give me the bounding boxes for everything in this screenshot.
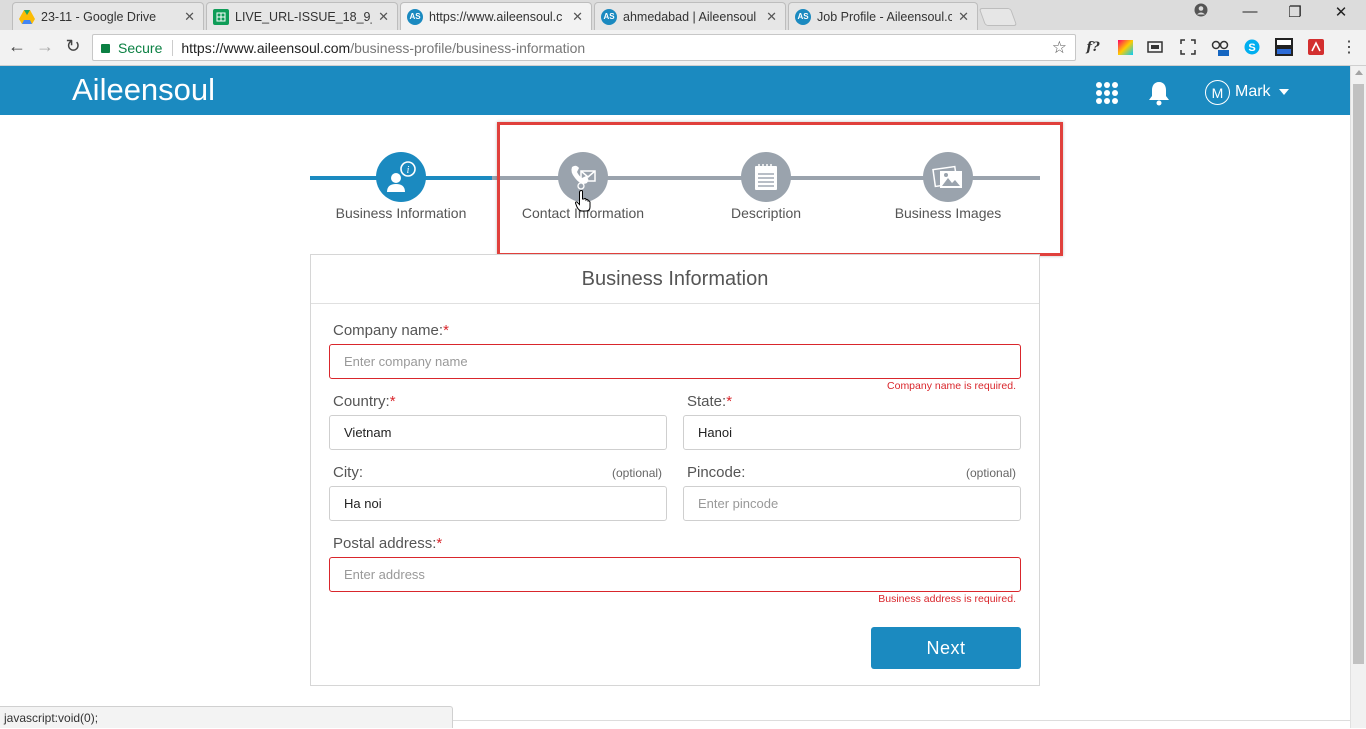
state-select[interactable]: Hanoi [683,415,1021,450]
user-avatar[interactable]: M [1205,80,1230,105]
google-drive-icon [19,9,35,25]
pincode-input[interactable]: Enter pincode [683,486,1021,521]
user-menu-caret-icon[interactable] [1279,89,1289,95]
apps-grid-icon[interactable] [1096,82,1118,104]
browser-tab[interactable]: AS Job Profile - Aileensoul.c ✕ [788,2,978,30]
profile-icon[interactable] [1189,3,1213,21]
country-select[interactable]: Vietnam [329,415,667,450]
postal-address-error: Business address is required. [878,593,1016,605]
tab-title: 23-11 - Google Drive [41,9,157,24]
company-name-input[interactable]: Enter company name [329,344,1021,379]
city-label: City: [333,464,363,481]
form-title: Business Information [311,255,1039,304]
tab-title: LIVE_URL-ISSUE_18_9_20 [235,9,372,24]
next-button[interactable]: Next [871,627,1021,669]
notification-bell-icon[interactable] [1147,80,1171,106]
state-label: State:* [687,393,733,410]
browser-tab[interactable]: LIVE_URL-ISSUE_18_9_20 ✕ [206,2,398,30]
tab-close-icon[interactable]: ✕ [958,9,969,25]
pincode-optional-hint: (optional) [966,466,1017,480]
city-select[interactable]: Ha noi [329,486,667,521]
cast-icon[interactable] [1146,38,1164,56]
new-tab-button[interactable] [978,8,1018,26]
required-asterisk: * [443,322,449,339]
formula-extension-icon[interactable]: f? [1084,38,1102,56]
address-bar[interactable]: Secure https://www.aileensoul.com/busine… [92,34,1076,61]
browser-tab[interactable]: AS ahmedabad | Aileensoul ✕ [594,2,786,30]
bookmark-star-icon[interactable]: ☆ [1052,38,1067,58]
step-label-business-information[interactable]: Business Information [311,205,491,221]
browser-tab-active[interactable]: AS https://www.aileensoul.c ✕ [400,2,592,30]
pincode-label: Pincode: [687,464,746,481]
scroll-thumb[interactable] [1353,84,1364,664]
secure-label: Secure [118,39,163,56]
company-name-label: Company name:* [333,322,449,339]
business-info-icon: i [387,161,416,192]
annotation-highlight-box [497,122,1063,256]
lock-icon [101,44,110,53]
required-asterisk: * [389,393,396,410]
glasses-extension-icon[interactable] [1211,38,1229,56]
site-header: Aileensoul M Mark [0,66,1350,115]
tab-close-icon[interactable]: ✕ [572,9,583,25]
aileensoul-icon: AS [407,8,423,25]
window-close-icon[interactable]: ✕ [1329,3,1353,21]
browser-toolbar: ← → ↻ Secure https://www.aileensoul.com /… [0,30,1366,66]
required-asterisk: * [726,393,733,410]
sheets-icon [213,8,229,25]
forward-icon[interactable]: → [34,36,56,57]
back-icon[interactable]: ← [6,36,28,57]
aileensoul-icon: AS [795,8,811,25]
browser-tab-strip: 23-11 - Google Drive ✕ LIVE_URL-ISSUE_18… [0,0,1366,30]
user-name[interactable]: Mark [1235,83,1271,101]
divider [172,39,174,56]
tab-close-icon[interactable]: ✕ [766,9,777,25]
screenshot-icon[interactable] [1179,38,1197,56]
tab-close-icon[interactable]: ✕ [378,9,389,25]
city-optional-hint: (optional) [612,466,663,480]
divider [453,720,1350,721]
postal-address-input[interactable]: Enter address [329,557,1021,592]
required-asterisk: * [436,535,443,552]
tab-title: Job Profile - Aileensoul.c [817,9,953,24]
step-business-information[interactable]: i [376,152,426,202]
minimize-icon[interactable]: — [1238,3,1262,20]
tab-title: https://www.aileensoul.c [429,9,563,24]
url-path: /business-profile/business-information [350,39,586,56]
pdf-extension-icon[interactable] [1307,38,1325,56]
restore-icon[interactable]: ❐ [1283,3,1307,21]
svg-text:S: S [1248,42,1255,54]
color-extension-icon[interactable] [1116,38,1134,56]
tab-close-icon[interactable]: ✕ [184,9,195,25]
postal-address-label: Postal address:* [333,535,443,552]
business-information-form: Business Information [310,254,1040,686]
news-extension-icon[interactable] [1275,38,1293,56]
reload-icon[interactable]: ↻ [62,36,84,57]
tab-title: ahmedabad | Aileensoul [623,9,757,24]
company-name-error: Company name is required. [887,380,1016,392]
url-host: https://www.aileensoul.com [181,39,351,56]
browser-status-bar: javascript:void(0); [0,706,453,728]
menu-kebab-icon[interactable]: ⋮ [1340,38,1358,56]
scroll-up-arrow-icon[interactable] [1355,70,1363,75]
site-logo[interactable]: Aileensoul [72,72,215,108]
page-scrollbar[interactable] [1350,66,1366,728]
aileensoul-icon: AS [601,8,617,25]
country-label: Country:* [333,393,396,410]
svg-text:i: i [407,165,410,176]
skype-icon[interactable]: S [1243,38,1261,56]
browser-tab[interactable]: 23-11 - Google Drive ✕ [12,2,204,30]
